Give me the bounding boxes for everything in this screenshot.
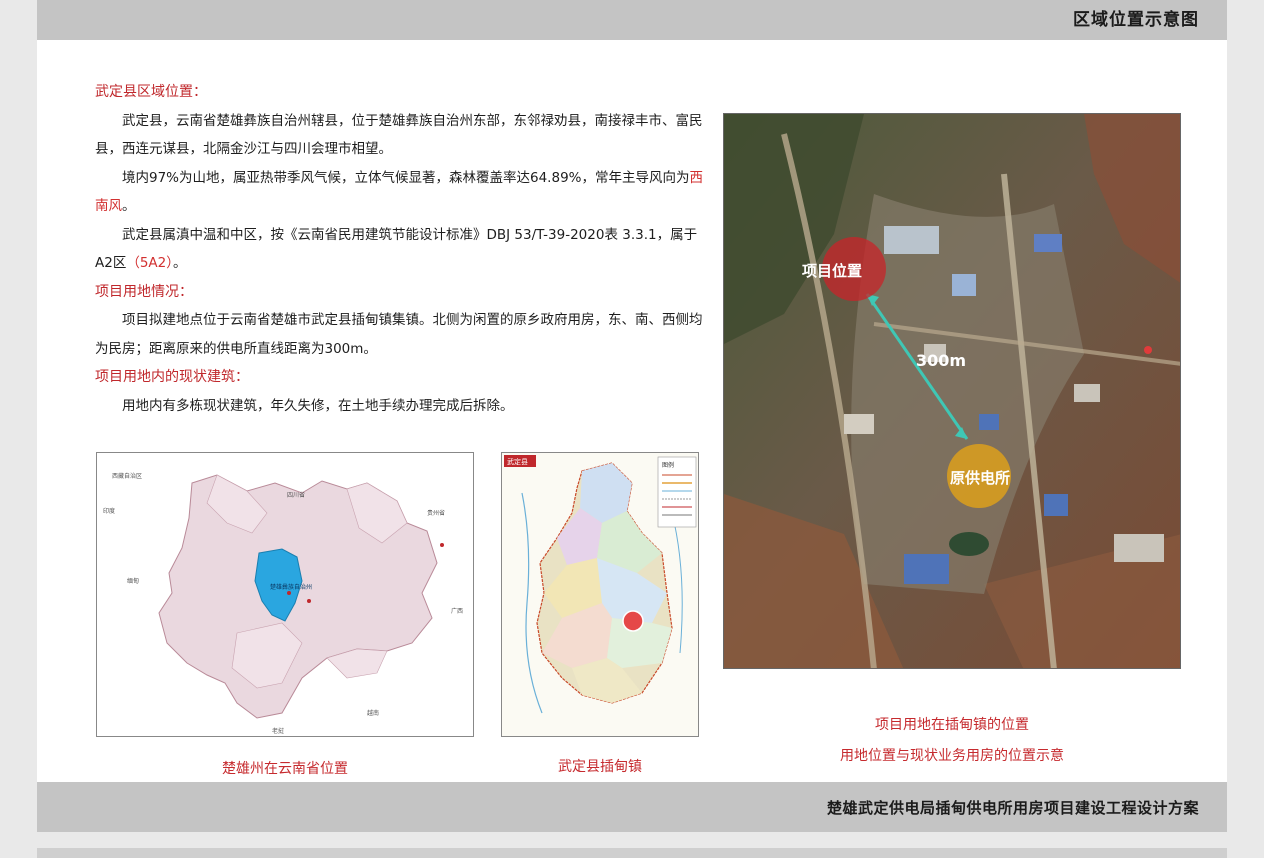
svg-text:越南: 越南 [367, 709, 379, 717]
svg-text:广西: 广西 [451, 607, 463, 615]
map1-caption: 楚雄州在云南省位置 [222, 761, 348, 777]
aerial-caption-2: 用地位置与现状业务用房的位置示意 [840, 748, 1064, 764]
yunnan-map-svg: 楚雄彝族自治州 四川省 贵州省 广西 西藏自治区 越南 老挝 缅甸 印度 [97, 453, 473, 736]
section-heading-location: 武定县区域位置： [95, 84, 207, 100]
aerial-satellite-image: 300m 项目位置 原供电所 [723, 113, 1181, 669]
svg-text:西藏自治区: 西藏自治区 [112, 472, 142, 480]
highlight-region-label: 楚雄彝族自治州 [270, 583, 312, 591]
text-content: 武定县区域位置： 武定县，云南省楚雄彝族自治州辖县，位于楚雄彝族自治州东部，东邻… [95, 78, 707, 420]
aerial-svg: 300m 项目位置 原供电所 [724, 114, 1180, 668]
paragraph-zone: 武定县属滇中温和中区，按《云南省民用建筑节能设计标准》DBJ 53/T-39-2… [95, 226, 698, 272]
next-page-strip [37, 848, 1227, 858]
svg-text:四川省: 四川省 [287, 491, 305, 499]
paragraph-location: 武定县，云南省楚雄彝族自治州辖县，位于楚雄彝族自治州东部，东邻禄劝县，南接禄丰市… [95, 112, 703, 158]
wuding-map-svg: 武定县 图例 [502, 453, 698, 736]
map-legend-title: 图例 [662, 461, 674, 469]
distance-label: 300m [916, 351, 966, 370]
svg-text:缅甸: 缅甸 [127, 577, 139, 585]
footer-bar: 楚雄武定供电局插甸供电所用房项目建设工程设计方案 [37, 782, 1227, 832]
county-tag: 武定县 [507, 457, 528, 466]
paragraph-climate: 境内97%为山地，属亚热带季风气候，立体气候显著，森林覆盖率达64.89%，常年… [95, 169, 703, 215]
wuding-county-map: 武定县 图例 [501, 452, 699, 737]
location-pin-icon [1144, 346, 1152, 354]
page: 区域位置示意图 武定县区域位置： 武定县，云南省楚雄彝族自治州辖县，位于楚雄彝族… [37, 0, 1227, 832]
zone-highlight: （5A2） [126, 255, 173, 271]
svg-text:印度: 印度 [103, 507, 115, 515]
svg-text:老挝: 老挝 [272, 727, 284, 735]
paragraph-site: 项目拟建地点位于云南省楚雄市武定县插甸镇集镇。北侧为闲置的原乡政府用房，东、南、… [95, 312, 703, 357]
yunnan-province-map: 楚雄彝族自治州 四川省 贵州省 广西 西藏自治区 越南 老挝 缅甸 印度 [96, 452, 474, 737]
section-heading-site: 项目用地情况： [95, 283, 193, 300]
aerial-caption-1: 项目用地在插甸镇的位置 [875, 717, 1029, 733]
map2-caption: 武定县插甸镇 [558, 759, 642, 775]
header-bar: 区域位置示意图 [37, 0, 1227, 40]
original-station-label: 原供电所 [950, 469, 1010, 487]
project-title: 楚雄武定供电局插甸供电所用房项目建设工程设计方案 [826, 799, 1199, 817]
paragraph-buildings: 用地内有多栋现状建筑，年久失修，在土地手续办理完成后拆除。 [122, 397, 514, 414]
project-location-label: 项目位置 [802, 262, 862, 280]
svg-text:贵州省: 贵州省 [427, 509, 445, 517]
page-title: 区域位置示意图 [1073, 10, 1199, 30]
section-heading-buildings: 项目用地内的现状建筑： [95, 369, 249, 385]
